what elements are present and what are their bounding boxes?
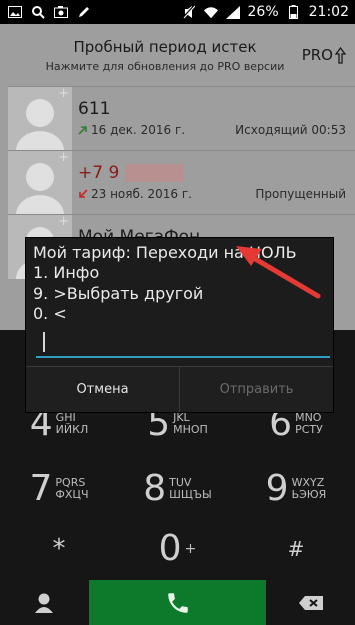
camera-icon xyxy=(54,5,68,19)
send-button[interactable]: Отправить xyxy=(180,367,333,412)
ussd-line-option: 0. < xyxy=(33,304,67,323)
upgrade-arrow-icon xyxy=(335,46,346,64)
battery-percent: 26% xyxy=(247,4,279,20)
key-cyrillic: ИЙКЛ xyxy=(55,423,89,436)
clock: 21:02 xyxy=(308,4,349,20)
contacts-button[interactable] xyxy=(0,580,88,625)
key-cyrillic: ФХЦЧ xyxy=(55,488,89,501)
add-contact-icon[interactable]: + xyxy=(58,87,69,100)
ussd-line-option: 9. >Выбрать другой xyxy=(33,284,204,303)
wifi-icon xyxy=(203,5,218,19)
pro-banner-subtitle: Нажмите для обновления до PRO версии xyxy=(45,60,285,73)
outgoing-call-icon xyxy=(78,126,87,135)
text-cursor xyxy=(43,332,45,352)
ussd-line-option: 1. Инфо xyxy=(33,263,100,282)
call-button[interactable] xyxy=(89,580,266,625)
photo-icon xyxy=(8,5,22,19)
key-hash[interactable]: # xyxy=(237,522,355,576)
call-type: Пропущенный xyxy=(255,187,346,201)
call-log-row[interactable]: + +7 9 23 нояб. 2016 г. Пропущенный xyxy=(8,150,355,215)
pro-badge[interactable]: PRO xyxy=(302,46,346,64)
key-digit: 7 xyxy=(29,468,53,509)
key-cyrillic: ШЩЪЫ xyxy=(169,488,212,501)
missed-call-icon xyxy=(79,189,88,198)
signal-icon xyxy=(225,5,240,19)
key-7[interactable]: 7 PQRS ФХЦЧ xyxy=(0,459,118,519)
ussd-reply-input[interactable] xyxy=(36,328,330,358)
redacted-number xyxy=(125,164,184,182)
add-contact-icon[interactable]: + xyxy=(58,215,69,228)
backspace-button[interactable] xyxy=(267,580,355,625)
key-cyrillic: ЬЭЮЯ xyxy=(291,488,327,501)
add-contact-icon[interactable]: + xyxy=(58,151,69,164)
key-digit: 8 xyxy=(143,468,167,509)
call-date-wrap: 16 дек. 2016 г. xyxy=(78,123,185,137)
status-bar: 26% 21:02 xyxy=(0,0,355,24)
backspace-icon xyxy=(299,595,323,610)
key-cyrillic: РСТУ xyxy=(295,423,323,436)
phone-icon xyxy=(167,592,188,613)
pro-upgrade-banner[interactable]: Пробный период истек Нажмите для обновле… xyxy=(0,24,355,86)
search-icon xyxy=(31,5,45,19)
key-cyrillic: МНОП xyxy=(173,423,208,436)
key-digit: 0 xyxy=(158,528,182,569)
contact-avatar: + xyxy=(8,87,72,151)
key-symbol: # xyxy=(287,537,305,561)
contact-name: +7 9 xyxy=(78,163,184,183)
key-0[interactable]: 0 + xyxy=(118,522,237,576)
ussd-dialog: Мой тариф: Переходи на НОЛЬ 1. Инфо 9. >… xyxy=(26,238,333,412)
mute-icon xyxy=(182,5,196,19)
key-9[interactable]: 9 WXYZ ЬЭЮЯ xyxy=(237,459,355,519)
dialog-buttons: Отмена Отправить xyxy=(26,366,333,412)
ussd-line-title: Мой тариф: Переходи на НОЛЬ xyxy=(33,243,297,262)
contact-number: +7 9 xyxy=(78,163,120,183)
pen-icon xyxy=(77,5,91,19)
key-plus: + xyxy=(184,541,197,557)
call-date: 23 нояб. 2016 г. xyxy=(91,187,192,201)
call-log-row[interactable]: + 611 16 дек. 2016 г. Исходящий 00:53 xyxy=(8,86,355,151)
key-8[interactable]: 8 TUV ШЩЪЫ xyxy=(118,459,237,519)
battery-icon xyxy=(287,5,301,19)
call-date-wrap: 23 нояб. 2016 г. xyxy=(78,187,192,201)
contact-avatar: + xyxy=(8,151,72,215)
key-symbol: * xyxy=(52,534,66,564)
call-date: 16 дек. 2016 г. xyxy=(91,123,186,137)
cancel-button[interactable]: Отмена xyxy=(26,367,180,412)
person-icon xyxy=(35,593,53,613)
pro-badge-label: PRO xyxy=(301,46,333,64)
ussd-message: Мой тариф: Переходи на НОЛЬ 1. Инфо 9. >… xyxy=(26,238,333,366)
pro-banner-title: Пробный период истек xyxy=(73,38,257,56)
key-star[interactable]: * xyxy=(0,522,118,576)
call-type: Исходящий 00:53 xyxy=(235,123,346,137)
key-digit: 9 xyxy=(265,468,289,509)
contact-name: 611 xyxy=(78,99,111,119)
